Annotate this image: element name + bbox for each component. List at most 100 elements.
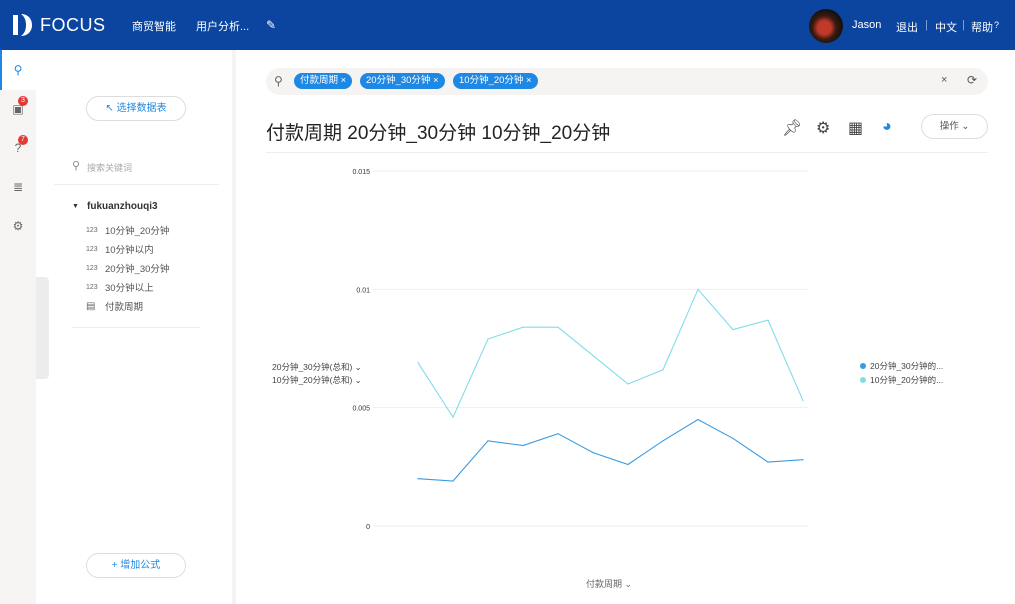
search-icon: ⚲ (274, 74, 283, 88)
date-icon: ▤ (86, 300, 96, 312)
table-icon[interactable]: ▦ (848, 118, 863, 138)
number-icon: 123 (86, 226, 98, 234)
icon-rail: ⚲ ▣ 3 ? 7 ≣ ⚙ (0, 50, 36, 604)
select-table-button[interactable]: ↖ 选择数据表 (86, 96, 186, 121)
legend-swatch (860, 377, 866, 383)
language-switch[interactable]: 中文 (935, 19, 957, 35)
x-axis-title[interactable]: 付款周期 ⌄ (586, 577, 632, 590)
data-panel: ↖ 选择数据表 ⚲ 搜索关键词 ▼ fukuanzhouqi3 + 增加公式 (36, 50, 236, 604)
avatar[interactable] (809, 9, 843, 43)
data-point (732, 328, 734, 331)
data-point (557, 326, 559, 328)
x-tick-label: 2018/03/01 00:00:00 (363, 532, 423, 568)
divider: | (925, 19, 928, 31)
add-formula-button[interactable]: + 增加公式 (86, 553, 186, 578)
gear-icon[interactable]: ⚙ (816, 118, 830, 138)
data-point (767, 319, 769, 321)
data-point (522, 444, 524, 447)
data-point (697, 418, 699, 421)
x-tick-label: 2019/02/01 00:00:00 (748, 532, 808, 568)
y-axis-measure-2[interactable]: 10分钟_20分钟(总和) ⌄ (272, 374, 362, 386)
x-tick-label: 2018/05/01 00:00:00 (433, 532, 493, 568)
data-point (697, 288, 699, 290)
column-item[interactable]: 123 30分钟以上 (86, 280, 154, 294)
search-icon[interactable]: ⚲ (11, 63, 25, 77)
x-tick-label: 2018/06/01 00:00:00 (468, 532, 528, 568)
data-point (627, 383, 629, 385)
divider: | (962, 19, 965, 31)
legend-swatch (860, 363, 866, 369)
caret-down-icon[interactable]: ▼ (72, 203, 79, 210)
page-title: 付款周期 20分钟_30分钟 10分钟_20分钟 (266, 123, 611, 144)
data-point (662, 369, 664, 371)
y-tick-label: 0 (366, 524, 370, 531)
number-icon: 123 (86, 245, 98, 253)
data-point (802, 399, 804, 402)
keyword-search-input[interactable]: 搜索关键词 (87, 161, 132, 174)
column-item[interactable]: ▤ 付款周期 (86, 299, 143, 314)
series-line (417, 288, 804, 419)
logo[interactable]: FOCUS (12, 13, 106, 37)
pin-icon[interactable]: 📌︎ (782, 118, 802, 138)
edit-icon[interactable]: ✎ (266, 18, 276, 32)
table-name[interactable]: fukuanzhouqi3 (87, 201, 158, 212)
column-item[interactable]: 123 10分钟以内 (86, 242, 154, 256)
username[interactable]: Jason (852, 19, 881, 31)
database-icon[interactable]: ≣ (11, 180, 25, 194)
pie-chart-icon[interactable]: ◕ (882, 118, 892, 136)
number-icon: 123 (86, 283, 98, 291)
x-tick-label: 2018/10/01 00:00:00 (608, 532, 668, 568)
dashboard-badge: 3 (18, 96, 28, 106)
search-bar[interactable]: ⚲ 付款周期 × 20分钟_30分钟 × 10分钟_20分钟 × × ⟳ (266, 68, 988, 95)
data-point (732, 437, 734, 440)
x-tick-label: 2018/09/01 00:00:00 (573, 532, 633, 568)
data-point (487, 440, 489, 442)
panel-collapse-handle[interactable] (36, 277, 49, 379)
data-point (592, 355, 594, 357)
data-point (592, 452, 594, 454)
y-tick-label: 0.015 (352, 169, 370, 176)
clear-icon[interactable]: × (941, 74, 947, 86)
legend-item[interactable]: 20分钟_30分钟的... (860, 360, 943, 372)
help-icon[interactable]: ? (994, 20, 999, 30)
search-chip[interactable]: 20分钟_30分钟 × (360, 73, 445, 89)
data-point (452, 416, 454, 418)
x-tick-label: 2018/08/01 00:00:00 (538, 532, 598, 568)
refresh-icon[interactable]: ⟳ (967, 73, 977, 87)
column-item[interactable]: 123 10分钟_20分钟 (86, 223, 169, 237)
data-point (767, 461, 769, 463)
help-link[interactable]: 帮助 (971, 19, 993, 35)
focus-logo-icon (13, 14, 32, 36)
search-chip[interactable]: 10分钟_20分钟 × (453, 73, 538, 89)
y-tick-label: 0.005 (352, 406, 370, 413)
legend-item[interactable]: 10分钟_20分钟的... (860, 374, 943, 386)
x-tick-label: 2019/01/01 00:00:00 (713, 532, 773, 568)
data-point (417, 478, 419, 480)
data-point (627, 463, 629, 466)
search-chip[interactable]: 付款周期 × (294, 73, 353, 89)
x-tick-label: 2018/04/01 00:00:00 (398, 532, 458, 568)
number-icon: 123 (86, 264, 98, 272)
y-axis-measure-1[interactable]: 20分钟_30分钟(总和) ⌄ (272, 361, 362, 373)
nav-user-analysis[interactable]: 用户分析... (196, 18, 249, 34)
brand-name: FOCUS (40, 14, 106, 35)
series-line (417, 418, 804, 482)
data-point (452, 480, 454, 482)
y-tick-label: 0.01 (356, 287, 370, 294)
data-point (417, 362, 419, 364)
divider (72, 327, 200, 328)
operations-button[interactable]: 操作 ⌄ (921, 114, 988, 139)
data-point (487, 338, 489, 340)
data-point (662, 440, 664, 442)
gear-icon[interactable]: ⚙ (11, 219, 25, 233)
nav-business-intelligence[interactable]: 商贸智能 (132, 18, 176, 34)
data-point (557, 433, 559, 435)
column-item[interactable]: 123 20分钟_30分钟 (86, 261, 169, 275)
x-tick-label: 2018/11/01 00:00:00 (643, 532, 703, 568)
x-tick-label: 2018/12/01 00:00:00 (678, 532, 738, 568)
top-header: FOCUS 商贸智能 用户分析... ✎ Jason 退出 | 中文 | 帮助 … (0, 0, 1015, 50)
logout-link[interactable]: 退出 (896, 19, 918, 35)
divider (266, 152, 988, 153)
data-point (802, 459, 804, 461)
data-point (522, 326, 524, 328)
